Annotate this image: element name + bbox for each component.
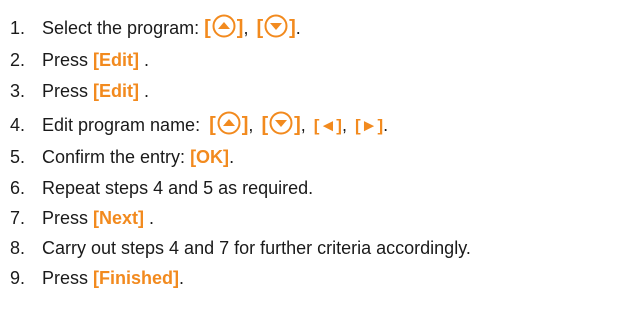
arrow-up-circle-icon <box>212 14 236 38</box>
step-5: 5. Confirm the entry: [OK]. <box>10 142 234 172</box>
separator: , <box>300 115 311 135</box>
arrow-down-circle-icon <box>269 111 293 135</box>
key-label-next: [Next] <box>93 208 145 228</box>
step-number: 2. <box>10 50 26 70</box>
step-text: Edit program name: <box>42 115 206 135</box>
step-after: . <box>139 81 150 101</box>
step-number: 4. <box>10 115 26 135</box>
step-after: . <box>179 268 185 288</box>
separator: , <box>243 18 254 38</box>
step-4: 4. Edit program name: [], [], [◄], [►]. <box>10 110 388 140</box>
separator: , <box>248 115 259 135</box>
key-label-right: [►] <box>354 116 384 135</box>
step-after: . <box>229 147 235 167</box>
key-label-edit: [Edit] <box>93 50 139 70</box>
separator: , <box>341 115 352 135</box>
step-number: 7. <box>10 208 26 228</box>
step-2: 2. Press [Edit] . <box>10 45 149 75</box>
step-text: Carry out steps 4 and 7 for further crit… <box>42 238 471 258</box>
step-number: 9. <box>10 268 26 288</box>
key-label-edit: [Edit] <box>93 81 139 101</box>
step-end: . <box>383 115 389 135</box>
step-number: 3. <box>10 81 26 101</box>
step-after: . <box>144 208 155 228</box>
key-label-ok: [OK] <box>190 147 230 167</box>
step-3: 3. Press [Edit] . <box>10 76 149 106</box>
step-number: 8. <box>10 238 26 258</box>
bracket-open: [ <box>204 17 211 39</box>
step-text: Press <box>42 208 94 228</box>
step-number: 6. <box>10 178 26 198</box>
arrow-up-circle-icon <box>217 111 241 135</box>
step-number: 1. <box>10 18 26 38</box>
step-8: 8. Carry out steps 4 and 7 for further cr… <box>10 233 471 263</box>
step-text: Press <box>42 81 94 101</box>
step-text: Select the program: <box>42 18 205 38</box>
bracket-close: ] <box>294 114 301 136</box>
step-text: Repeat steps 4 and 5 as required. <box>42 178 314 198</box>
step-text: Press <box>42 50 94 70</box>
step-after: . <box>139 50 150 70</box>
bracket-open: [ <box>261 114 269 136</box>
step-1: 1. Select the program: [], []. <box>10 13 301 43</box>
step-text: Confirm the entry: <box>42 147 191 167</box>
bracket-close: ] <box>289 17 296 39</box>
bracket-open: [ <box>209 114 216 136</box>
step-text: Press <box>42 268 94 288</box>
step-number: 5. <box>10 147 26 167</box>
step-7: 7. Press [Next] . <box>10 203 154 233</box>
bracket-open: [ <box>256 17 264 39</box>
key-label-left: [◄] <box>313 116 342 135</box>
step-9: 9. Press [Finished]. <box>10 263 184 293</box>
step-end: . <box>295 18 301 38</box>
step-6: 6. Repeat steps 4 and 5 as required. <box>10 173 313 203</box>
key-label-finished: [Finished] <box>93 268 180 288</box>
arrow-down-circle-icon <box>264 14 288 38</box>
